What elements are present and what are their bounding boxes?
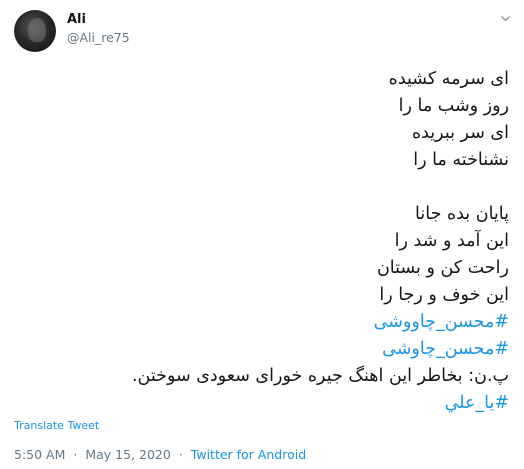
author-name[interactable]: Ali	[67, 12, 86, 27]
tweet-line: این خوف و رجا را	[379, 285, 509, 305]
chevron-down-icon[interactable]	[501, 14, 510, 23]
translate-tweet-link[interactable]: Translate Tweet	[14, 419, 99, 432]
author-handle[interactable]: @Ali_re75	[67, 30, 130, 45]
tweet-line: پایان بده جانا	[415, 204, 509, 224]
hashtag-link[interactable]: #یا_علي	[14, 390, 509, 417]
postscript-text: پ.ن: بخاطر این اهنگ جیره خورای سعودی سوخ…	[131, 366, 509, 386]
tweet-line: این آمد و شد را	[394, 231, 509, 251]
hashtag-link[interactable]: #محسن_چاووشی	[14, 309, 509, 336]
tweet-line: ای سرمه کشیده	[388, 69, 509, 89]
tweet-source-link[interactable]: Twitter for Android	[191, 447, 306, 462]
tweet-line: نشناخته ما را	[413, 150, 509, 170]
hashtag-link[interactable]: #محسن_چاوشی	[14, 336, 509, 363]
tweet-date[interactable]: May 15, 2020	[85, 447, 170, 462]
tweet-meta: 5:50 AM · May 15, 2020 · Twitter for And…	[14, 447, 306, 462]
avatar[interactable]	[14, 10, 56, 52]
tweet-line: راحت کن و بستان	[376, 258, 509, 278]
tweet-text: ای سرمه کشیده روز وشب ما را ای سر ببریده…	[14, 66, 509, 417]
separator-dot: ·	[178, 447, 183, 462]
separator-dot: ·	[73, 447, 78, 462]
tweet-line: ای سر ببریده	[411, 123, 509, 143]
tweet-line: روز وشب ما را	[398, 96, 509, 116]
tweet-time[interactable]: 5:50 AM	[14, 447, 65, 462]
